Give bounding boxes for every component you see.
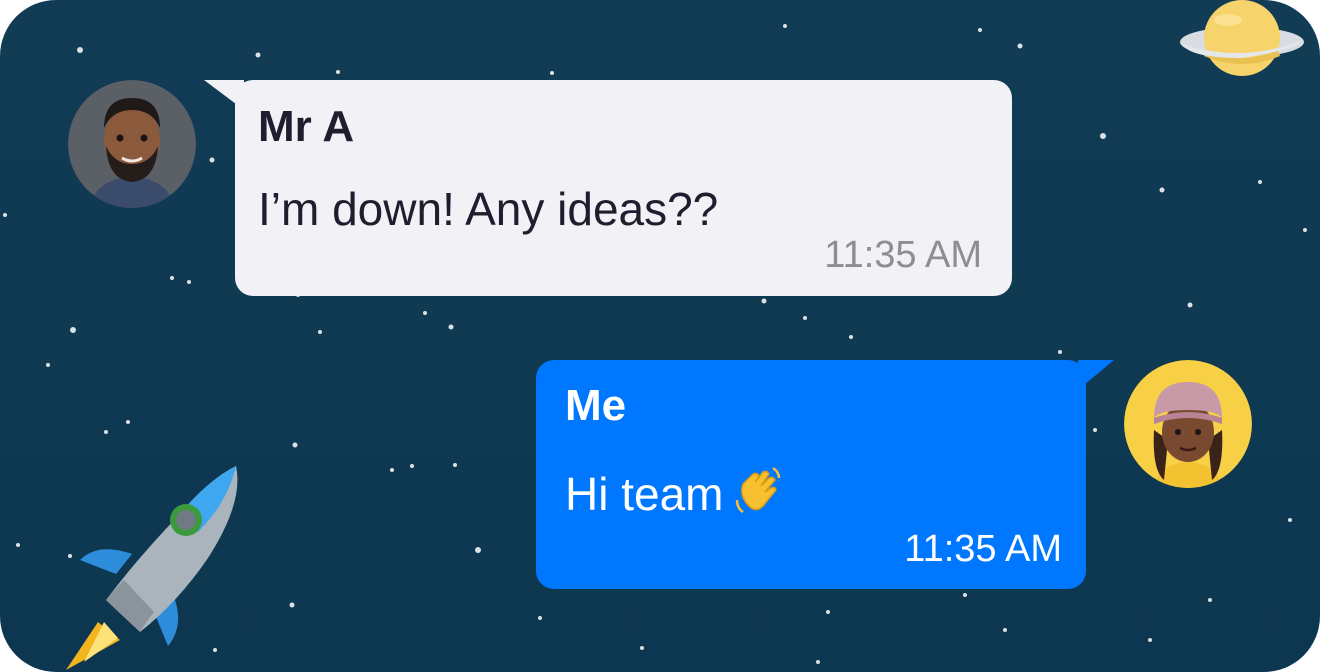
waving-hand-emoji — [733, 464, 785, 523]
message-text: I’m down! Any ideas?? — [258, 183, 719, 235]
planet-icon — [1180, 0, 1304, 76]
message-timestamp: 11:35 AM — [824, 234, 982, 276]
woman-beanie-avatar[interactable] — [1124, 360, 1252, 488]
message-text: Hi team — [565, 464, 785, 523]
sender-name: Mr A — [258, 102, 355, 151]
bearded-man-avatar[interactable] — [68, 80, 196, 208]
message-text-content: Hi team — [565, 468, 724, 520]
message-timestamp: 11:35 AM — [904, 528, 1062, 570]
outgoing-bubble-tail — [1078, 360, 1114, 390]
rocket-icon — [66, 466, 238, 670]
incoming-bubble-tail — [204, 80, 244, 110]
sender-name: Me — [565, 381, 627, 430]
chat-canvas: Mr A I’m down! Any ideas?? 11:35 AM Me H… — [0, 0, 1320, 672]
